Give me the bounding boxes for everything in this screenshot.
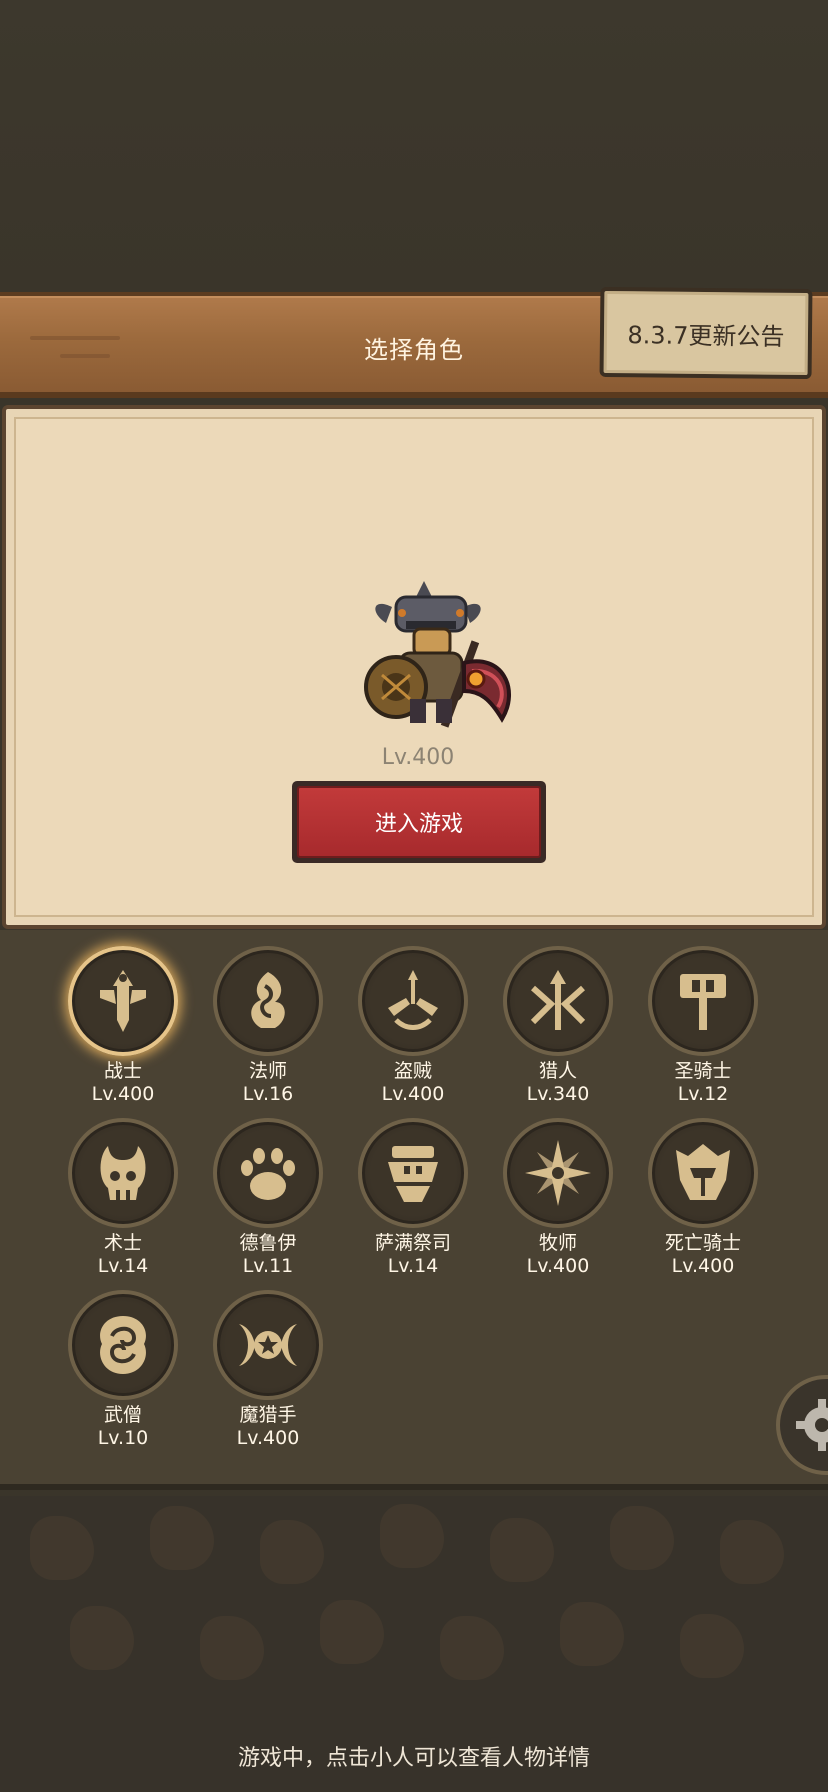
class-name: 战士 — [103, 1060, 142, 1082]
class-rogue[interactable]: 盗贼 Lv.400 — [358, 946, 468, 1106]
class-name: 法师 — [248, 1060, 287, 1082]
warrior-sword-icon — [68, 946, 178, 1056]
class-paladin[interactable]: 圣骑士 Lv.12 — [648, 946, 758, 1106]
rogue-daggers-icon — [358, 946, 468, 1056]
class-priest[interactable]: 牧师 Lv.400 — [503, 1118, 613, 1278]
class-level: Lv.400 — [526, 1255, 590, 1277]
class-druid[interactable]: 德鲁伊 Lv.11 — [213, 1118, 323, 1278]
class-death-knight[interactable]: 死亡骑士 Lv.400 — [648, 1118, 758, 1278]
class-monk[interactable]: 武僧 Lv.10 — [68, 1290, 178, 1450]
class-grid: 战士 Lv.400 法师 Lv.16 盗贼 Lv.400 猎人 Lv.340 圣… — [68, 946, 768, 1450]
class-silhouette — [490, 1518, 554, 1582]
class-name: 萨满祭司 — [374, 1232, 451, 1254]
character-preview-panel: Lv.400 进入游戏 — [2, 405, 826, 929]
demon-hunter-emblem-icon — [213, 1290, 323, 1400]
enter-game-button[interactable]: 进入游戏 — [292, 781, 546, 863]
class-selection-panel: 战士 Lv.400 法师 Lv.16 盗贼 Lv.400 猎人 Lv.340 圣… — [0, 930, 828, 1490]
class-level: Lv.400 — [91, 1083, 155, 1105]
death-knight-helm-icon — [648, 1118, 758, 1228]
warrior-character-sprite[interactable] — [352, 579, 522, 749]
class-silhouette — [70, 1606, 134, 1670]
class-silhouette — [720, 1520, 784, 1584]
class-silhouette — [440, 1616, 504, 1680]
druid-paw-icon — [213, 1118, 323, 1228]
character-select-screen: 选择角色 8.3.7更新公告 Lv.400 进入游戏 战士 Lv.400 法师 … — [0, 0, 828, 1792]
class-name: 猎人 — [538, 1060, 577, 1082]
class-hunter[interactable]: 猎人 Lv.340 — [503, 946, 613, 1106]
class-silhouette — [260, 1520, 324, 1584]
class-name: 死亡骑士 — [664, 1232, 741, 1254]
class-level: Lv.400 — [236, 1427, 300, 1449]
class-silhouette — [380, 1504, 444, 1568]
class-level: Lv.14 — [97, 1255, 149, 1277]
class-name: 牧师 — [538, 1232, 577, 1254]
paladin-hammer-icon — [648, 946, 758, 1056]
warlock-skull-icon — [68, 1118, 178, 1228]
class-warrior[interactable]: 战士 Lv.400 — [68, 946, 178, 1106]
class-silhouette — [150, 1506, 214, 1570]
class-silhouette — [610, 1506, 674, 1570]
class-level: Lv.12 — [677, 1083, 729, 1105]
gear-icon — [796, 1399, 828, 1451]
class-silhouette — [680, 1614, 744, 1678]
class-silhouette — [320, 1600, 384, 1664]
character-level: Lv.400 — [381, 745, 455, 770]
class-level: Lv.10 — [97, 1427, 149, 1449]
class-name: 武僧 — [103, 1404, 142, 1426]
class-level: Lv.14 — [387, 1255, 439, 1277]
class-silhouette — [560, 1602, 624, 1666]
class-shaman[interactable]: 萨满祭司 Lv.14 — [358, 1118, 468, 1278]
enter-game-label: 进入游戏 — [297, 786, 541, 858]
mage-flame-icon — [213, 946, 323, 1056]
class-silhouette — [30, 1516, 94, 1580]
class-mage[interactable]: 法师 Lv.16 — [213, 946, 323, 1106]
monk-swirl-icon — [68, 1290, 178, 1400]
class-level: Lv.16 — [242, 1083, 294, 1105]
class-name: 术士 — [103, 1232, 142, 1254]
footer-hint: 游戏中，点击小人可以查看人物详情 — [237, 1746, 590, 1771]
shaman-totem-icon — [358, 1118, 468, 1228]
class-demon-hunter[interactable]: 魔猎手 Lv.400 — [213, 1290, 323, 1450]
class-level: Lv.400 — [381, 1083, 445, 1105]
class-name: 魔猎手 — [239, 1404, 297, 1426]
update-notice-button[interactable]: 8.3.7更新公告 — [599, 286, 813, 380]
class-level: Lv.400 — [671, 1255, 735, 1277]
class-silhouette — [200, 1616, 264, 1680]
hunter-arrows-icon — [503, 946, 613, 1056]
class-name: 德鲁伊 — [239, 1232, 297, 1254]
class-level: Lv.340 — [526, 1083, 590, 1105]
class-name: 圣骑士 — [674, 1060, 732, 1082]
class-warlock[interactable]: 术士 Lv.14 — [68, 1118, 178, 1278]
priest-star-icon — [503, 1118, 613, 1228]
top-background — [0, 0, 828, 292]
class-level: Lv.11 — [242, 1255, 294, 1277]
class-name: 盗贼 — [393, 1060, 432, 1082]
